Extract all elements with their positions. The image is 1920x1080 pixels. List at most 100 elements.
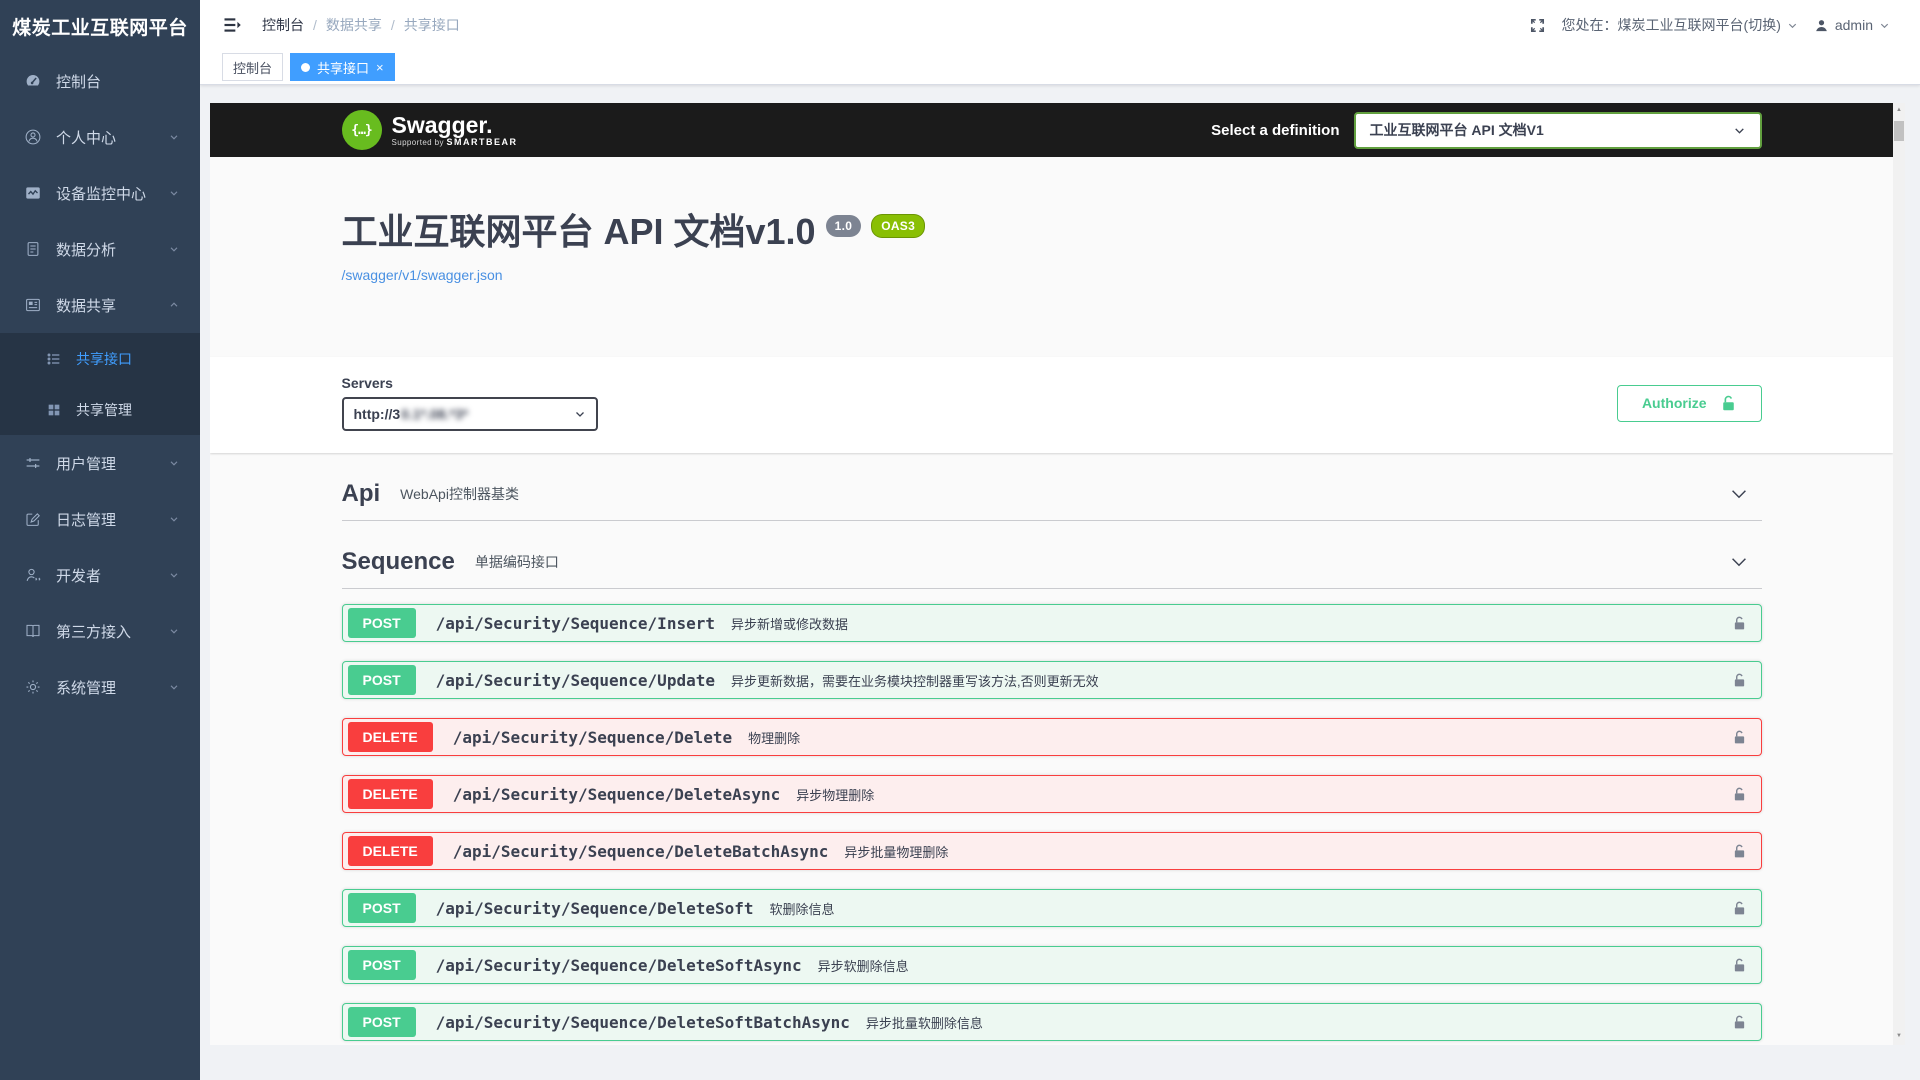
chevron-down-icon [168, 131, 180, 143]
active-tab-dot [301, 63, 310, 72]
server-select[interactable]: http://30.1*.08.*3* [342, 397, 598, 431]
authorize-button[interactable]: Authorize [1617, 385, 1762, 422]
breadcrumb: 控制台 / 数据共享 / 共享接口 [262, 15, 460, 35]
endpoint-deletesoftbatchasync[interactable]: POST/api/Security/Sequence/DeleteSoftBat… [342, 1003, 1762, 1041]
dashboard-icon [24, 72, 42, 90]
tab-console[interactable]: 控制台 [222, 53, 283, 81]
section-title: Api [342, 480, 381, 508]
section-api[interactable]: ApiWebApi控制器基类 [342, 468, 1762, 521]
report-icon [24, 240, 42, 258]
sidebar-item-shared-interface[interactable]: 共享接口 [0, 333, 200, 384]
spec-link[interactable]: /swagger/v1/swagger.json [342, 267, 503, 283]
endpoint-path: /api/Security/Sequence/Update [436, 671, 715, 690]
section-sequence[interactable]: Sequence 单据编码接口 [342, 536, 1762, 589]
section-description: 单据编码接口 [475, 552, 559, 572]
endpoint-delete[interactable]: DELETE/api/Security/Sequence/Delete物理删除 [342, 718, 1762, 756]
gear-icon [24, 678, 42, 696]
user-menu[interactable]: admin [1814, 17, 1890, 33]
servers-block: Servers http://30.1*.08.*3* [342, 375, 598, 431]
chevron-down-icon[interactable] [1728, 483, 1750, 505]
sidebar: 煤炭工业互联网平台 控制台个人中心设备监控中心数据分析数据共享共享接口共享管理用… [0, 0, 200, 1080]
servers-label: Servers [342, 375, 598, 391]
tab-shared-interface[interactable]: 共享接口 × [290, 53, 395, 81]
chevron-down-icon [168, 187, 180, 199]
chevron-down-icon [168, 243, 180, 255]
chevron-down-icon [168, 625, 180, 637]
close-tab-icon[interactable]: × [376, 61, 384, 74]
sidebar-menu: 控制台个人中心设备监控中心数据分析数据共享共享接口共享管理用户管理日志管理开发者… [0, 53, 200, 715]
scroll-up-arrow[interactable]: ▲ [1893, 103, 1905, 117]
section-title: Sequence [342, 548, 455, 576]
sidebar-item-device-monitor[interactable]: 设备监控中心 [0, 165, 200, 221]
sidebar-item-label: 用户管理 [56, 453, 116, 474]
sidebar-item-user-management[interactable]: 用户管理 [0, 435, 200, 491]
scrollbar-thumb[interactable] [1894, 121, 1904, 141]
endpoint-insert[interactable]: POST/api/Security/Sequence/Insert异步新增或修改… [342, 604, 1762, 642]
breadcrumb-separator: / [391, 17, 395, 33]
smartbear-credit: Supported by SMARTBEAR [392, 137, 518, 147]
swagger-topbar: {…} Swagger. Supported by SMARTBEAR Sele… [210, 103, 1893, 157]
endpoint-description: 异步物理删除 [796, 785, 874, 804]
sidebar-item-label: 个人中心 [56, 127, 116, 148]
sidebar-item-data-sharing[interactable]: 数据共享 [0, 277, 200, 333]
sidebar-item-label: 共享管理 [76, 400, 132, 420]
swagger-logo: {…} Swagger. Supported by SMARTBEAR [342, 110, 518, 150]
sidebar-item-system-management[interactable]: 系统管理 [0, 659, 200, 715]
breadcrumb-item-console[interactable]: 控制台 [262, 15, 304, 35]
chevron-down-icon [168, 681, 180, 693]
sidebar-item-profile[interactable]: 个人中心 [0, 109, 200, 165]
lock-icon[interactable] [1732, 843, 1747, 860]
lock-icon[interactable] [1732, 615, 1747, 632]
chevron-down-icon[interactable] [1728, 551, 1750, 573]
sidebar-item-label: 数据分析 [56, 239, 116, 260]
sidebar-item-label: 第三方接入 [56, 621, 131, 642]
sidebar-item-console[interactable]: 控制台 [0, 53, 200, 109]
swagger-logo-icon: {…} [342, 110, 382, 150]
endpoint-deletesoft[interactable]: POST/api/Security/Sequence/DeleteSoft软删除… [342, 889, 1762, 927]
endpoint-deleteasync[interactable]: DELETE/api/Security/Sequence/DeleteAsync… [342, 775, 1762, 813]
method-badge: POST [348, 950, 416, 980]
endpoint-path: /api/Security/Sequence/DeleteSoft [436, 899, 754, 918]
chevron-up-icon [168, 299, 180, 311]
chevron-down-icon [168, 513, 180, 525]
breadcrumb-item-data-sharing[interactable]: 数据共享 [326, 15, 382, 35]
sidebar-item-log-management[interactable]: 日志管理 [0, 491, 200, 547]
chevron-down-icon [1787, 20, 1798, 31]
endpoint-path: /api/Security/Sequence/Insert [436, 614, 715, 633]
lock-icon[interactable] [1732, 729, 1747, 746]
endpoint-description: 异步软删除信息 [818, 956, 909, 975]
lock-icon[interactable] [1732, 957, 1747, 974]
sidebar-item-third-party[interactable]: 第三方接入 [0, 603, 200, 659]
lock-icon[interactable] [1732, 900, 1747, 917]
developer-icon [24, 566, 42, 584]
news-icon [24, 296, 42, 314]
user-icon [1814, 18, 1829, 33]
swagger-scrollbar[interactable]: ▲ ▼ [1893, 103, 1905, 1045]
platform-switcher[interactable]: 您处在：煤炭工业互联网平台(切换) [1562, 15, 1798, 35]
scroll-down-arrow[interactable]: ▼ [1893, 1029, 1905, 1043]
lock-icon[interactable] [1732, 786, 1747, 803]
endpoint-path: /api/Security/Sequence/DeleteAsync [453, 785, 781, 804]
sidebar-item-label: 日志管理 [56, 509, 116, 530]
sidebar-item-developer[interactable]: 开发者 [0, 547, 200, 603]
swagger-frame: {…} Swagger. Supported by SMARTBEAR Sele… [210, 103, 1905, 1045]
grid-icon [46, 402, 62, 418]
version-badge: 1.0 [826, 215, 862, 237]
sidebar-item-label: 控制台 [56, 71, 101, 92]
lock-icon[interactable] [1732, 1014, 1747, 1031]
breadcrumb-item-shared-interface: 共享接口 [404, 15, 460, 35]
endpoint-deletebatchasync[interactable]: DELETE/api/Security/Sequence/DeleteBatch… [342, 832, 1762, 870]
chevron-down-icon [574, 408, 586, 420]
sidebar-item-shared-management[interactable]: 共享管理 [0, 384, 200, 435]
definition-select[interactable]: 工业互联网平台 API 文档V1 [1354, 112, 1762, 149]
endpoint-deletesoftasync[interactable]: POST/api/Security/Sequence/DeleteSoftAsy… [342, 946, 1762, 984]
platform-switcher-label: 您处在：煤炭工业互联网平台(切换) [1562, 15, 1781, 35]
endpoint-update[interactable]: POST/api/Security/Sequence/Update异步更新数据，… [342, 661, 1762, 699]
sidebar-toggle-icon[interactable] [222, 15, 242, 35]
fullscreen-icon[interactable] [1529, 17, 1546, 34]
sidebar-item-label: 设备监控中心 [56, 183, 146, 204]
sidebar-item-data-analysis[interactable]: 数据分析 [0, 221, 200, 277]
edit-icon [24, 510, 42, 528]
app-logo: 煤炭工业互联网平台 [0, 0, 200, 53]
lock-icon[interactable] [1732, 672, 1747, 689]
